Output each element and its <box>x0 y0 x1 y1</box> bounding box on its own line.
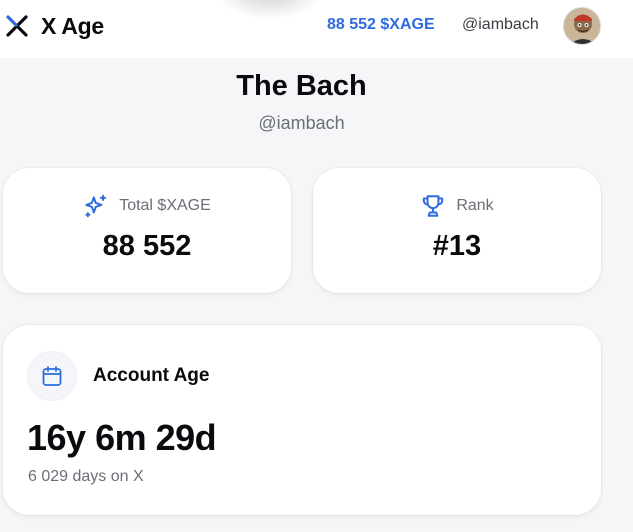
account-age-value: 16y 6m 29d <box>27 417 217 458</box>
total-xage-card: Total $XAGE 88 552 <box>3 168 291 293</box>
profile-handle: @iambach <box>258 113 345 133</box>
brand[interactable]: X Age <box>5 11 104 41</box>
account-age-title: Account Age <box>93 365 210 386</box>
avatar-image <box>564 8 600 44</box>
account-age-days: 6 029 days on X <box>28 468 144 485</box>
total-xage-label: Total $XAGE <box>119 197 211 214</box>
top-navigation-bar: X Age 88 552 $XAGE @iambach <box>0 0 633 58</box>
sparkles-icon <box>85 194 107 218</box>
avatar[interactable] <box>563 7 601 45</box>
rank-card: Rank #13 <box>313 168 601 293</box>
user-handle[interactable]: @iambach <box>462 16 539 34</box>
calendar-icon <box>42 366 62 386</box>
header-background-decoration <box>215 0 325 20</box>
rank-header: Rank <box>313 193 601 219</box>
x-logo-icon <box>6 15 28 37</box>
profile-name: The Bach <box>236 70 367 102</box>
total-xage-header: Total $XAGE <box>3 193 291 219</box>
app-name: X Age <box>41 12 104 39</box>
trophy-icon <box>423 195 444 217</box>
account-age-card: Account Age 16y 6m 29d 6 029 days on X <box>3 325 601 515</box>
rank-label: Rank <box>456 197 494 214</box>
total-xage-value: 88 552 <box>102 230 192 262</box>
calendar-icon-badge <box>27 351 77 401</box>
token-balance: 88 552 $XAGE <box>327 16 435 33</box>
rank-value: #13 <box>432 230 482 262</box>
